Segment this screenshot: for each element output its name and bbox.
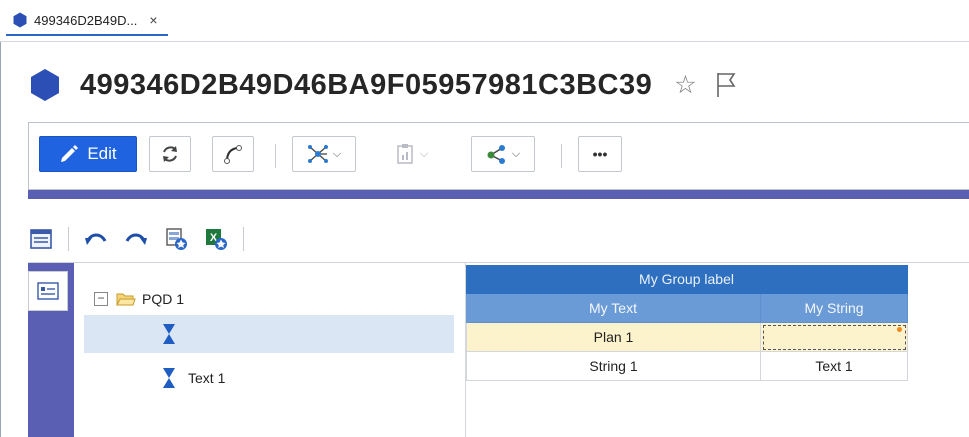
toolbar-accent-bar bbox=[28, 190, 969, 199]
hourglass-icon bbox=[163, 368, 175, 388]
page-title: 499346D2B49D46BA9F05957981C3BC39 bbox=[80, 68, 653, 101]
secondary-toolbar: X bbox=[28, 222, 244, 256]
toolbar-separator bbox=[243, 227, 244, 251]
folder-icon bbox=[116, 293, 136, 306]
grid-group-header-row: My Group label bbox=[466, 265, 908, 294]
link-button[interactable] bbox=[212, 136, 254, 172]
edit-button[interactable]: Edit bbox=[39, 136, 137, 172]
form-view-button[interactable] bbox=[28, 226, 54, 252]
grid-cell[interactable]: Plan 1 bbox=[466, 323, 761, 352]
refresh-button[interactable] bbox=[149, 136, 191, 172]
hexagon-icon bbox=[31, 69, 59, 101]
tree-expander[interactable]: − bbox=[94, 292, 108, 306]
tree-node-label: PQD 1 bbox=[142, 291, 185, 307]
edit-button-label: Edit bbox=[87, 144, 117, 163]
main-toolbar: Edit ⌵ ⌵ ⌵ ••• bbox=[28, 122, 969, 190]
star-icon[interactable]: ☆ bbox=[674, 70, 696, 100]
clipboard-menu-button[interactable]: ⌵ bbox=[379, 136, 443, 172]
form-view-icon bbox=[30, 229, 52, 249]
link-icon bbox=[224, 145, 242, 164]
table-row: Plan 1 bbox=[466, 323, 908, 352]
clipboard-icon bbox=[397, 144, 413, 164]
tree-node-label: Text 1 bbox=[188, 370, 226, 386]
chevron-down-icon: ⌵ bbox=[332, 147, 342, 160]
modified-indicator bbox=[897, 327, 902, 332]
network-icon bbox=[307, 145, 328, 163]
grid-group-header: My Group label bbox=[466, 265, 908, 294]
toolbar-separator bbox=[561, 144, 562, 168]
refresh-icon bbox=[163, 146, 177, 162]
form-view-icon bbox=[37, 282, 59, 300]
table-row: String 1 Text 1 bbox=[466, 352, 908, 381]
title-row: 499346D2B49D46BA9F05957981C3BC39 ☆ bbox=[28, 60, 737, 110]
document-tab[interactable]: 499346D2B49D... × bbox=[6, 6, 168, 36]
structure-tree: − PQD 1 Text 1 bbox=[74, 263, 466, 437]
toolbar-separator bbox=[275, 144, 276, 168]
tree-node-root[interactable]: − PQD 1 bbox=[94, 283, 184, 315]
share-menu-button[interactable]: ⌵ bbox=[471, 136, 535, 172]
chevron-down-icon: ⌵ bbox=[419, 147, 429, 160]
grid-cell[interactable]: Text 1 bbox=[761, 352, 908, 381]
pencil-icon bbox=[61, 145, 79, 162]
grid-cell-focused[interactable] bbox=[761, 323, 908, 352]
excel-export-button[interactable]: X bbox=[203, 226, 229, 252]
tree-row-selected[interactable] bbox=[84, 315, 454, 353]
rail-tab-form[interactable] bbox=[28, 271, 68, 311]
export-icon bbox=[166, 228, 187, 250]
undo-icon bbox=[85, 233, 107, 245]
tab-close-button[interactable]: × bbox=[149, 12, 157, 28]
tab-strip: 499346D2B49D... × bbox=[0, 0, 969, 42]
left-rail bbox=[28, 263, 74, 437]
more-button[interactable]: ••• bbox=[578, 136, 622, 172]
network-menu-button[interactable]: ⌵ bbox=[292, 136, 356, 172]
undo-button[interactable] bbox=[83, 226, 109, 252]
grid-column-header-row: My Text My String bbox=[466, 294, 908, 323]
export-button[interactable] bbox=[163, 226, 189, 252]
redo-icon bbox=[125, 233, 147, 245]
more-icon: ••• bbox=[592, 146, 608, 162]
excel-icon: X bbox=[206, 229, 227, 250]
toolbar-separator bbox=[68, 227, 69, 251]
tab-label: 499346D2B49D... bbox=[34, 12, 138, 28]
tree-node-item[interactable]: Text 1 bbox=[162, 362, 225, 394]
redo-button[interactable] bbox=[123, 226, 149, 252]
share-icon bbox=[487, 145, 505, 164]
grid-cell[interactable]: String 1 bbox=[466, 352, 761, 381]
hexagon-icon bbox=[13, 12, 27, 28]
hourglass-icon bbox=[163, 324, 175, 344]
flag-icon[interactable] bbox=[715, 72, 737, 98]
tree-node-item[interactable] bbox=[162, 318, 188, 350]
column-header-my-text[interactable]: My Text bbox=[466, 294, 761, 323]
chevron-down-icon: ⌵ bbox=[511, 147, 521, 160]
column-header-my-string[interactable]: My String bbox=[761, 294, 908, 323]
